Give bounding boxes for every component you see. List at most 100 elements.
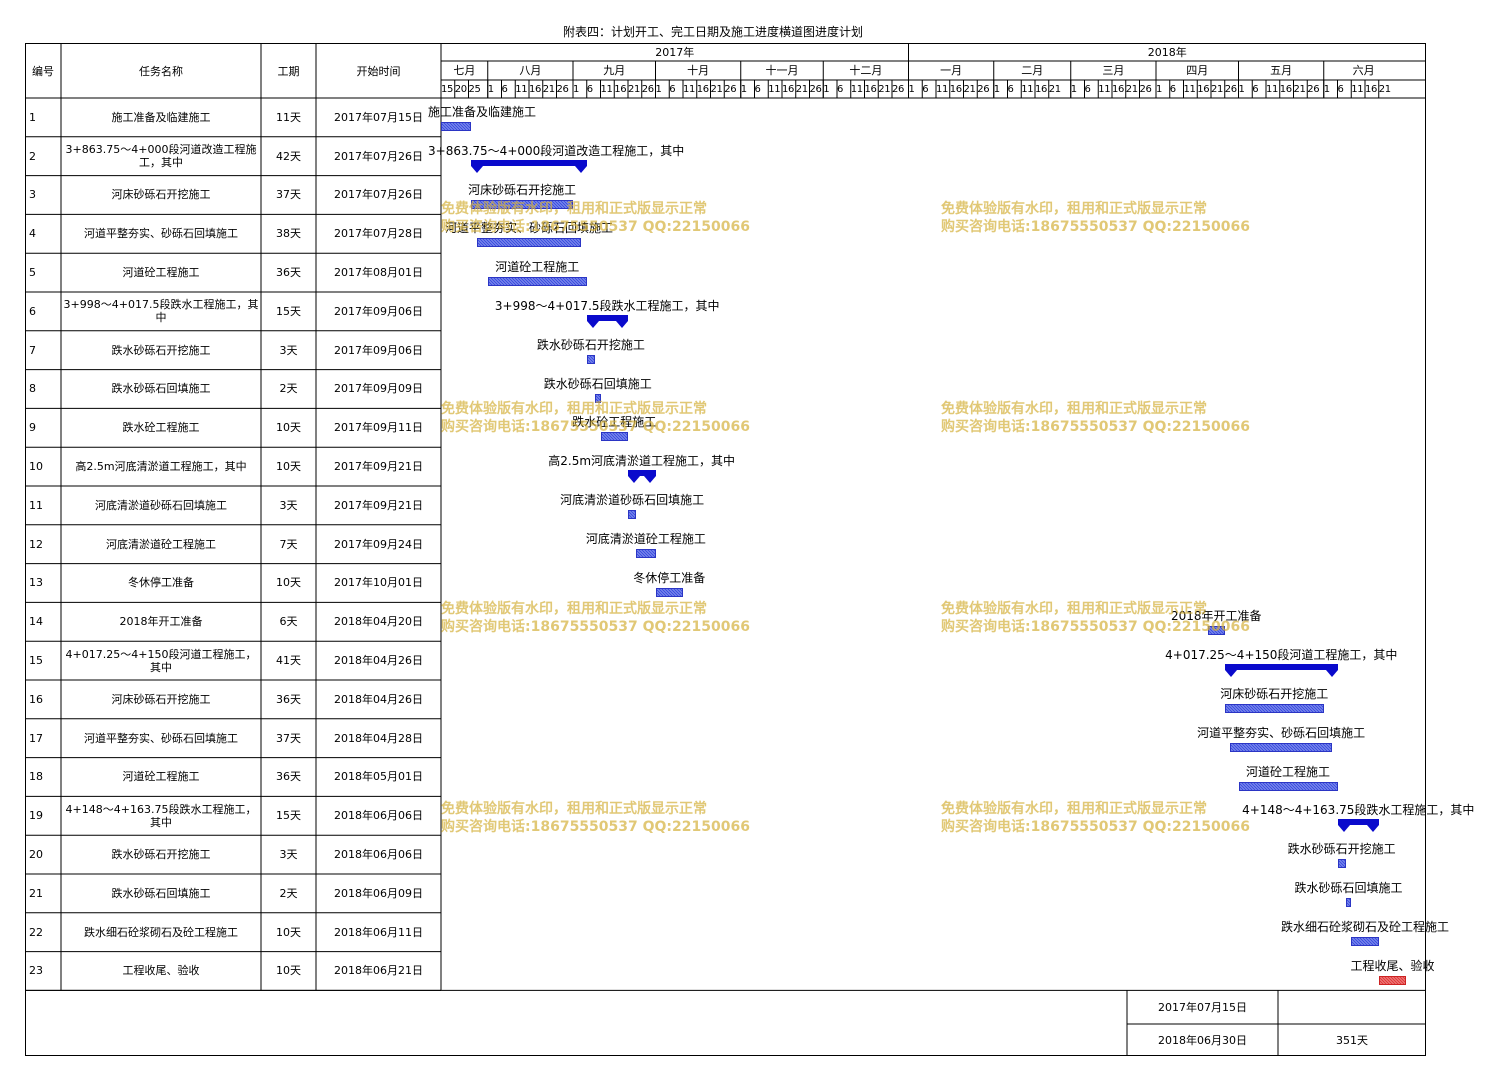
task-name: 4+017.25～4+150段河道工程施工，其中 [65, 647, 257, 674]
task-duration: 36天 [276, 692, 301, 706]
task-start: 2017年09月21日 [334, 498, 423, 512]
task-start: 2017年09月09日 [334, 382, 423, 396]
watermark-line1: 免费体验版有水印，租用和正式版显示正常 [441, 801, 707, 817]
watermark-line1: 免费体验版有水印，租用和正式版显示正常 [941, 801, 1207, 817]
task-name: 河道砼工程施工 [122, 266, 200, 280]
task-name: 冬休停工准备 [128, 576, 194, 590]
watermark-line1: 免费体验版有水印，租用和正式版显示正常 [941, 201, 1207, 217]
task-name: 跌水砂砾石开挖施工 [111, 848, 211, 862]
day-tick-label: 16 [529, 83, 542, 95]
task-name: 河道平整夯实、砂砾石回填施工 [84, 227, 238, 241]
day-tick-label: 16 [1035, 83, 1048, 95]
task-duration: 10天 [276, 460, 301, 474]
watermark-line2: 购买咨询电话:18675550537 QQ:22150066 [441, 619, 750, 635]
header-start-time: 开始时间 [356, 64, 401, 78]
bar-label: 河道砼工程施工 [495, 260, 580, 275]
task-start: 2017年08月01日 [334, 266, 423, 280]
bar-label: 河道砼工程施工 [1246, 764, 1331, 779]
task-id: 22 [29, 925, 43, 939]
task-name: 3+863.75～4+000段河道改造工程施工，其中 [65, 143, 257, 170]
day-tick-label: 1 [908, 83, 915, 95]
summary-bar [586, 315, 629, 328]
bar-label: 4+148～4+163.75段跌水工程施工，其中 [1242, 803, 1475, 818]
task-name: 工程收尾、验收 [122, 964, 200, 978]
task-id: 19 [29, 809, 43, 823]
task-bar [636, 548, 656, 558]
task-start: 2018年04月28日 [334, 731, 423, 745]
bar-label: 冬休停工准备 [633, 570, 706, 585]
task-start: 2018年06月11日 [334, 925, 423, 939]
watermark-line1: 免费体验版有水印，租用和正式版显示正常 [441, 401, 707, 417]
task-name: 跌水砂砾石回填施工 [111, 886, 211, 900]
task-start: 2018年06月09日 [334, 886, 423, 900]
task-name: 2018年开工准备 [119, 615, 203, 629]
day-tick-label: 21 [1378, 83, 1391, 95]
task-id: 13 [29, 576, 43, 590]
task-name: 河底清淤道砼工程施工 [106, 537, 216, 551]
day-tick-label: 1 [823, 83, 830, 95]
task-start: 2017年09月06日 [334, 343, 423, 357]
task-duration: 10天 [276, 964, 301, 978]
task-id: 15 [29, 654, 43, 668]
task-id: 10 [29, 460, 43, 474]
task-name: 河床砂砾石开挖施工 [111, 692, 211, 706]
day-tick-label: 16 [614, 83, 627, 95]
task-start: 2017年07月26日 [334, 188, 423, 202]
task-duration: 7天 [279, 537, 298, 551]
task-duration: 3天 [279, 498, 298, 512]
day-tick-label: 6 [669, 83, 676, 95]
watermark-line1: 免费体验版有水印，租用和正式版显示正常 [441, 601, 707, 617]
task-id: 21 [29, 886, 43, 900]
bar-label: 工程收尾、验收 [1350, 958, 1435, 973]
day-tick-label: 16 [1197, 83, 1210, 95]
task-start: 2017年09月11日 [334, 421, 423, 435]
watermark: 免费体验版有水印，租用和正式版显示正常 购买咨询电话:18675550537 QQ… [441, 400, 750, 436]
task-duration: 10天 [276, 421, 301, 435]
day-tick-label: 20 [454, 83, 467, 95]
task-duration: 11天 [276, 110, 301, 124]
bar-label: 河道平整夯实、砂砾石回填施工 [1197, 725, 1366, 740]
task-id: 9 [29, 421, 36, 435]
task-bar [586, 354, 595, 364]
task-name: 跌水砂砾石开挖施工 [111, 343, 211, 357]
watermark-line1: 免费体验版有水印，租用和正式版显示正常 [941, 601, 1207, 617]
task-start: 2017年07月26日 [334, 149, 423, 163]
task-duration: 38天 [276, 227, 301, 241]
task-duration: 37天 [276, 731, 301, 745]
day-tick-label: 16 [1365, 83, 1378, 95]
day-tick-label: 6 [586, 83, 593, 95]
day-tick-label: 21 [1211, 83, 1224, 95]
bar-label: 河底清淤道砼工程施工 [585, 531, 706, 546]
header-duration: 工期 [277, 64, 300, 78]
task-name: 4+148～4+163.75段跌水工程施工，其中 [65, 802, 257, 829]
month-label: 四月 [1186, 64, 1209, 77]
task-duration: 3天 [279, 343, 298, 357]
day-tick-label: 6 [922, 83, 929, 95]
task-bar [1230, 742, 1332, 752]
task-id: 5 [29, 266, 36, 280]
task-id: 17 [29, 731, 43, 745]
task-duration: 15天 [276, 304, 301, 318]
day-tick-label: 11 [1183, 83, 1196, 95]
bar-label: 跌水细石砼浆砌石及砼工程施工 [1281, 919, 1450, 934]
day-tick-label: 6 [1252, 83, 1259, 95]
task-name: 施工准备及临建施工 [111, 110, 211, 124]
task-duration: 42天 [276, 149, 301, 163]
header-task-name: 任务名称 [139, 64, 183, 78]
task-bar [441, 122, 472, 131]
month-label: 五月 [1270, 64, 1293, 77]
task-duration: 37天 [276, 188, 301, 202]
year-label-2017: 2017年 [655, 46, 695, 59]
watermark-line2: 购买咨询电话:18675550537 QQ:22150066 [441, 819, 750, 835]
watermark-line1: 免费体验版有水印，租用和正式版显示正常 [941, 401, 1207, 417]
summary-bar [628, 470, 656, 484]
bar-label: 4+017.25～4+150段河道工程施工，其中 [1165, 648, 1398, 663]
task-name: 河床砂砾石开挖施工 [111, 188, 211, 202]
watermark-line2: 购买咨询电话:18675550537 QQ:22150066 [441, 219, 750, 235]
task-start: 2018年04月26日 [334, 654, 423, 668]
day-tick-label: 1 [487, 83, 494, 95]
task-id: 7 [29, 343, 36, 357]
task-id: 6 [29, 304, 36, 318]
day-tick-label: 26 [1224, 83, 1237, 95]
month-label: 八月 [519, 64, 542, 77]
